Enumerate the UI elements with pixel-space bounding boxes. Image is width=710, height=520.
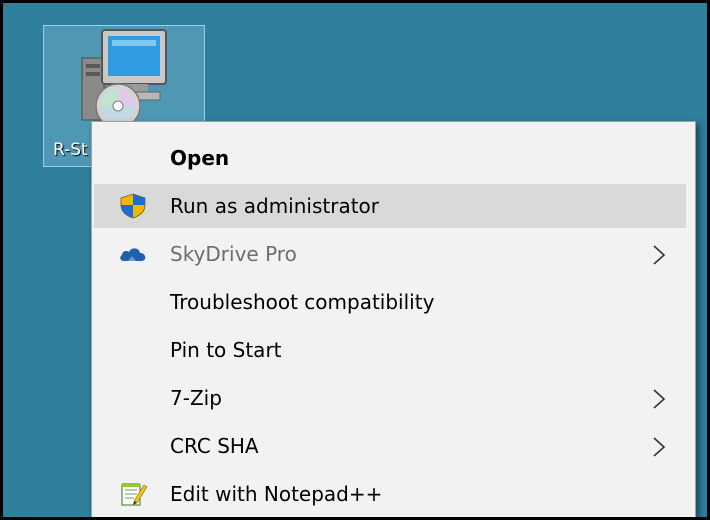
menu-item-label: Pin to Start — [170, 338, 282, 362]
desktop-frame: R-St Open Run as administrator SkyDrive … — [0, 0, 710, 520]
chevron-right-icon — [653, 437, 666, 457]
menu-item-label: SkyDrive Pro — [170, 242, 297, 266]
menu-item-label: Edit with Notepad++ — [170, 482, 383, 506]
chevron-right-icon — [653, 389, 666, 409]
menu-item-edit-with-notepad-plus-plus[interactable]: Edit with Notepad++ — [92, 472, 695, 516]
menu-item-label: Open — [170, 146, 230, 170]
chevron-right-icon — [653, 245, 666, 265]
menu-item-pin-to-start[interactable]: Pin to Start — [92, 328, 695, 372]
menu-item-label: 7-Zip — [170, 386, 222, 410]
menu-item-crc-sha[interactable]: CRC SHA — [92, 424, 695, 468]
menu-item-troubleshoot-compatibility[interactable]: Troubleshoot compatibility — [92, 280, 695, 324]
menu-item-skydrive-pro[interactable]: SkyDrive Pro — [92, 232, 695, 276]
menu-item-run-as-administrator[interactable]: Run as administrator — [94, 184, 686, 228]
uac-shield-icon — [120, 193, 146, 219]
menu-item-open[interactable]: Open — [92, 136, 695, 180]
menu-item-label: Troubleshoot compatibility — [170, 290, 435, 314]
menu-item-label: CRC SHA — [170, 434, 259, 458]
notepad-plus-plus-icon — [121, 483, 148, 506]
desktop-icon-label: R-St — [53, 140, 88, 160]
menu-item-label: Run as administrator — [170, 194, 380, 218]
installer-cd-icon — [81, 29, 167, 129]
context-menu: Open Run as administrator SkyDrive Pro T… — [91, 121, 696, 517]
menu-item-7-zip[interactable]: 7-Zip — [92, 376, 695, 420]
skydrive-cloud-icon — [120, 248, 146, 262]
